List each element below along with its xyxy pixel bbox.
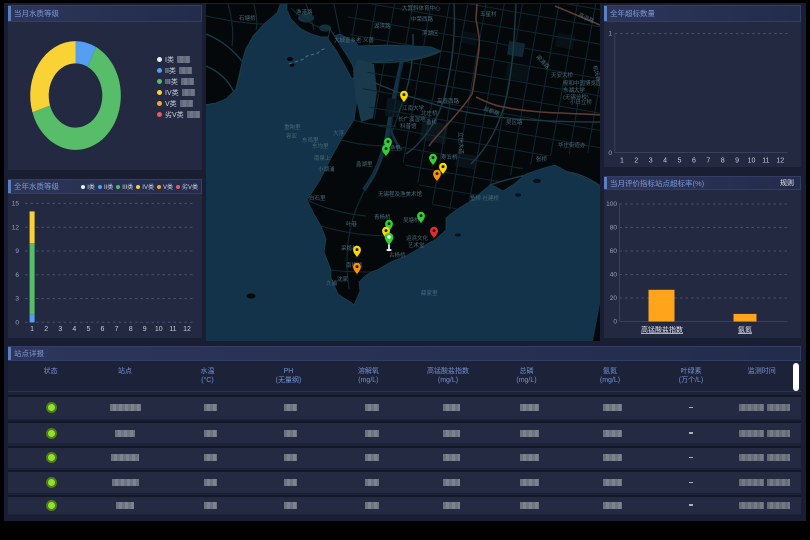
svg-text:0: 0 bbox=[608, 150, 612, 157]
svg-text:11: 11 bbox=[169, 326, 176, 333]
svg-text:大箕斜体育中心: 大箕斜体育中心 bbox=[402, 4, 441, 12]
svg-text:蠡桥: 蠡桥 bbox=[426, 118, 438, 126]
svg-text:6: 6 bbox=[692, 158, 696, 165]
svg-text:薛家里: 薛家里 bbox=[421, 289, 438, 297]
svg-text:大浮: 大浮 bbox=[333, 129, 345, 137]
svg-text:天安大桥: 天安大桥 bbox=[551, 71, 574, 79]
svg-text:白石里: 白石里 bbox=[309, 194, 326, 202]
svg-text:华庄街道办: 华庄街道办 bbox=[558, 141, 586, 149]
svg-text:九浦: 九浦 bbox=[326, 279, 338, 287]
svg-text:叶巷: 叶巷 bbox=[346, 220, 358, 228]
svg-text:15: 15 bbox=[12, 201, 20, 208]
svg-text:蠡湖里: 蠡湖里 bbox=[356, 160, 373, 168]
svg-text:2: 2 bbox=[44, 326, 48, 333]
svg-text:高浪西路: 高浪西路 bbox=[437, 97, 460, 105]
svg-text:8: 8 bbox=[721, 158, 725, 165]
svg-text:滨湖区: 滨湖区 bbox=[422, 29, 439, 37]
svg-text:1: 1 bbox=[608, 31, 612, 38]
svg-text:6: 6 bbox=[101, 326, 105, 333]
svg-text:20: 20 bbox=[610, 295, 618, 302]
svg-text:石塘桥: 石塘桥 bbox=[239, 14, 256, 22]
svg-text:5: 5 bbox=[678, 158, 682, 165]
svg-text:9: 9 bbox=[143, 326, 147, 333]
svg-text:楔和中国博览园: 楔和中国博览园 bbox=[563, 79, 600, 87]
svg-text:100: 100 bbox=[606, 201, 617, 208]
svg-text:中荣西路: 中荣西路 bbox=[411, 15, 434, 23]
svg-text:吴区路: 吴区路 bbox=[506, 118, 523, 126]
svg-text:80: 80 bbox=[610, 225, 618, 232]
svg-text:3: 3 bbox=[58, 326, 62, 333]
svg-text:7: 7 bbox=[706, 158, 710, 165]
svg-text:12: 12 bbox=[12, 224, 20, 231]
svg-text:运浜文化: 运浜文化 bbox=[406, 234, 429, 242]
svg-text:张桥: 张桥 bbox=[536, 155, 548, 163]
svg-text:6: 6 bbox=[15, 272, 19, 279]
svg-text:60: 60 bbox=[610, 248, 618, 255]
svg-text:古杨桥: 古杨桥 bbox=[389, 251, 406, 259]
svg-text:4: 4 bbox=[72, 326, 76, 333]
svg-text:11: 11 bbox=[762, 158, 769, 165]
svg-text:五星村: 五星村 bbox=[480, 10, 497, 18]
svg-text:氨氮: 氨氮 bbox=[738, 325, 752, 334]
svg-text:小湖浦: 小湖浦 bbox=[318, 165, 335, 173]
svg-text:3: 3 bbox=[649, 158, 653, 165]
svg-text:3: 3 bbox=[15, 296, 19, 303]
svg-text:长广溪湿地: 长广溪湿地 bbox=[398, 115, 426, 123]
svg-text:1: 1 bbox=[30, 326, 34, 333]
svg-text:立信大道: 立信大道 bbox=[457, 132, 465, 155]
svg-text:东湖大学: 东湖大学 bbox=[563, 86, 586, 94]
svg-text:北庄桥: 北庄桥 bbox=[421, 109, 438, 117]
svg-text:科普馆: 科普馆 bbox=[400, 122, 417, 130]
svg-text:(无锡分校): (无锡分校) bbox=[563, 93, 589, 101]
svg-text:2: 2 bbox=[634, 158, 638, 165]
svg-text:9: 9 bbox=[15, 248, 19, 255]
svg-text:10: 10 bbox=[155, 326, 163, 333]
svg-text:沈家: 沈家 bbox=[337, 275, 349, 283]
svg-text:5: 5 bbox=[86, 326, 90, 333]
svg-text:高锰酸盐指数: 高锰酸盐指数 bbox=[641, 325, 683, 334]
svg-text:寿五桥: 寿五桥 bbox=[441, 153, 458, 161]
svg-text:0: 0 bbox=[15, 320, 19, 327]
svg-text:东鸡里: 东鸡里 bbox=[302, 136, 319, 144]
svg-text:大城富乡老 义善: 大城富乡老 义善 bbox=[334, 36, 375, 44]
svg-text:容亚: 容亚 bbox=[286, 132, 298, 140]
svg-text:9: 9 bbox=[735, 158, 739, 165]
svg-text:4: 4 bbox=[663, 158, 667, 165]
svg-text:南泉上: 南泉上 bbox=[314, 154, 331, 162]
svg-text:8: 8 bbox=[129, 326, 133, 333]
svg-text:渔港路: 渔港路 bbox=[296, 8, 313, 16]
svg-text:1: 1 bbox=[620, 158, 624, 165]
svg-text:鱼桥 社建桥: 鱼桥 社建桥 bbox=[470, 194, 500, 202]
svg-text:重陶里: 重陶里 bbox=[284, 123, 301, 131]
svg-text:12: 12 bbox=[776, 158, 784, 165]
svg-text:0: 0 bbox=[613, 319, 617, 326]
svg-text:40: 40 bbox=[610, 272, 618, 279]
svg-text:艺术堂: 艺术堂 bbox=[408, 241, 425, 249]
svg-text:7: 7 bbox=[115, 326, 119, 333]
svg-text:无锡程及渔美术馆: 无锡程及渔美术馆 bbox=[378, 190, 423, 198]
svg-text:12: 12 bbox=[183, 326, 191, 333]
svg-text:湖滨路: 湖滨路 bbox=[374, 22, 391, 30]
svg-text:10: 10 bbox=[748, 158, 756, 165]
